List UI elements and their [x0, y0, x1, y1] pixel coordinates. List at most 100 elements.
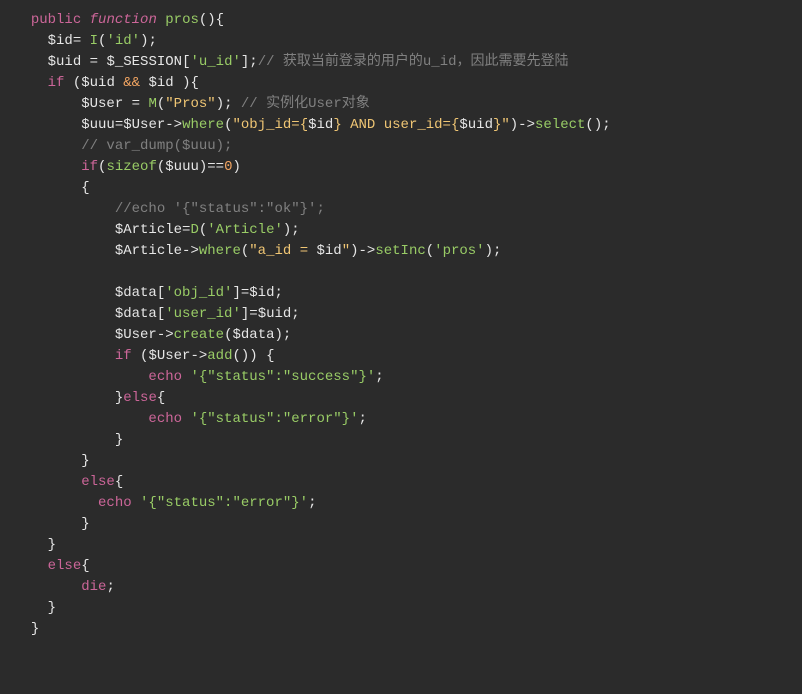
brace: { — [81, 558, 89, 574]
variable: $uuu — [81, 117, 115, 133]
string: '{"status":"error"}' — [190, 411, 358, 427]
brace: { — [157, 390, 165, 406]
keyword-echo: echo — [148, 411, 182, 427]
string: '{"status":"success"}' — [190, 369, 375, 385]
string: 'user_id' — [165, 306, 241, 322]
variable-interp: $uid — [459, 117, 493, 133]
variable: $id — [48, 33, 73, 49]
code-line: $User = M("Pros"); // 实例化User对象 — [14, 96, 370, 112]
string: 'u_id' — [190, 54, 240, 70]
operator-and: && — [115, 75, 149, 91]
punct: ); — [485, 243, 502, 259]
variable: $id — [148, 75, 173, 91]
punct: ]= — [241, 306, 258, 322]
punct: = — [123, 96, 148, 112]
brace: } — [81, 516, 89, 532]
punct: ) — [233, 159, 241, 175]
punct: ); — [140, 33, 157, 49]
punct: ; — [358, 411, 366, 427]
code-line: die; — [14, 579, 115, 595]
punct: == — [207, 159, 224, 175]
variable: $User — [115, 327, 157, 343]
variable: $User — [123, 117, 165, 133]
punct: [ — [157, 285, 165, 301]
variable: $_SESSION — [106, 54, 182, 70]
call: M — [148, 96, 156, 112]
code-line: if ($uid && $id ){ — [14, 75, 199, 91]
code-line: { — [14, 180, 90, 196]
keyword-echo: echo — [98, 495, 132, 511]
brace: } — [115, 432, 123, 448]
punct: ()) { — [233, 348, 275, 364]
brace: } — [31, 621, 39, 637]
variable: $User — [148, 348, 190, 364]
code-line: $data['user_id']=$uid; — [14, 306, 300, 322]
variable: $id — [249, 285, 274, 301]
punct: (); — [585, 117, 610, 133]
code-line: else{ — [14, 474, 123, 490]
variable: $data — [115, 285, 157, 301]
punct: = — [115, 117, 123, 133]
string: 'id' — [106, 33, 140, 49]
punct: (){ — [199, 12, 224, 28]
string: }" — [493, 117, 510, 133]
punct: ; — [308, 495, 316, 511]
arrow: -> — [157, 327, 174, 343]
brace: } — [48, 600, 56, 616]
string: 'pros' — [434, 243, 484, 259]
code-line: } — [14, 537, 56, 553]
variable: $Article — [115, 222, 182, 238]
string: '{"status":"error"}' — [140, 495, 308, 511]
code-block: public function pros(){ $id= I('id'); $u… — [0, 0, 802, 650]
call: where — [182, 117, 224, 133]
punct: ]= — [232, 285, 249, 301]
code-line: $uid = $_SESSION['u_id'];// 获取当前登录的用户的u_… — [14, 54, 569, 70]
call: add — [207, 348, 232, 364]
code-line: $id= I('id'); — [14, 33, 157, 49]
string: 'obj_id' — [165, 285, 232, 301]
keyword-else: else — [48, 558, 82, 574]
punct: )-> — [510, 117, 535, 133]
comment: // 实例化User对象 — [241, 96, 370, 112]
arrow: -> — [190, 348, 207, 364]
string: "obj_id={ — [232, 117, 308, 133]
punct: ( — [157, 159, 165, 175]
punct: ; — [375, 369, 383, 385]
punct: ; — [106, 579, 114, 595]
brace: { — [81, 180, 89, 196]
punct: ( — [132, 348, 149, 364]
keyword-public: public — [31, 12, 81, 28]
punct: ( — [426, 243, 434, 259]
arrow: -> — [182, 243, 199, 259]
punct: = — [81, 54, 106, 70]
comment: // var_dump($uuu); — [81, 138, 232, 154]
punct: ){ — [174, 75, 199, 91]
string: "a_id = — [249, 243, 316, 259]
keyword-function: function — [90, 12, 157, 28]
code-line: } — [14, 453, 90, 469]
punct: = — [73, 33, 90, 49]
punct: ( — [157, 96, 165, 112]
code-line: } — [14, 432, 123, 448]
keyword-if: if — [48, 75, 65, 91]
code-line: //echo '{"status":"ok"}'; — [14, 201, 325, 217]
code-line: $uuu=$User->where("obj_id={$id} AND user… — [14, 117, 611, 133]
punct: ; — [291, 306, 299, 322]
code-line: $data['obj_id']=$id; — [14, 285, 283, 301]
variable: $uid — [81, 75, 115, 91]
punct: )-> — [350, 243, 375, 259]
keyword-else: else — [81, 474, 115, 490]
code-line: echo '{"status":"error"}'; — [14, 411, 367, 427]
variable: $Article — [115, 243, 182, 259]
string: 'Article' — [207, 222, 283, 238]
keyword-else: else — [123, 390, 157, 406]
variable: $uid — [48, 54, 82, 70]
code-line: echo '{"status":"success"}'; — [14, 369, 384, 385]
code-line: } — [14, 600, 56, 616]
variable: $uid — [258, 306, 292, 322]
punct: ; — [275, 285, 283, 301]
arrow: -> — [165, 117, 182, 133]
call: sizeof — [106, 159, 156, 175]
code-line: $Article=D('Article'); — [14, 222, 300, 238]
code-line: } — [14, 516, 90, 532]
